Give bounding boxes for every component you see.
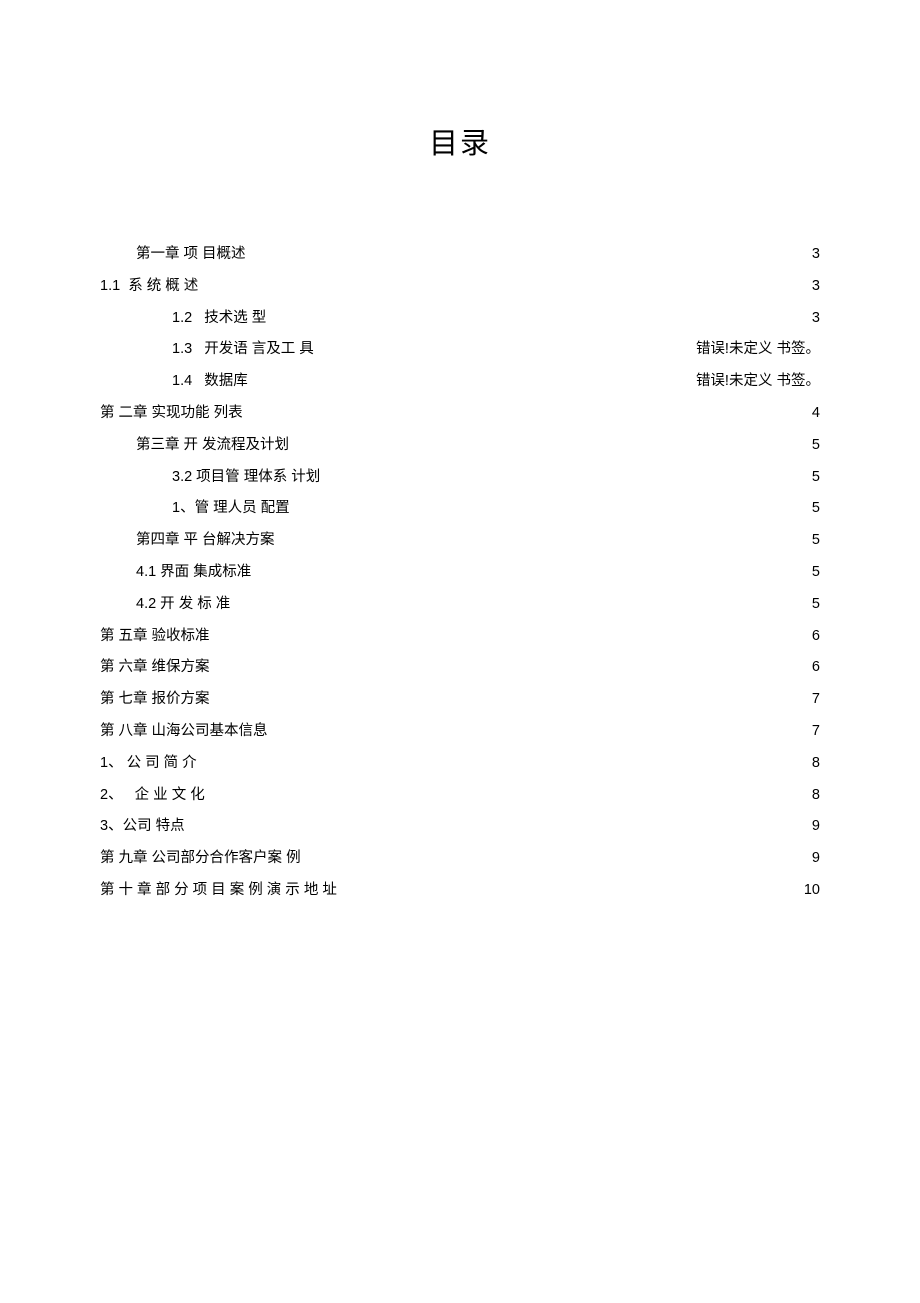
toc-row: 1、 公 司 简 介 8 (100, 756, 820, 771)
toc-page: 5 (802, 470, 820, 485)
toc-label: 1.4 数据库 (100, 374, 248, 389)
toc-label: 1.1 系 统 概 述 (100, 279, 198, 294)
toc-page: 8 (802, 788, 820, 803)
toc-page: 7 (802, 692, 820, 707)
toc-page: 4 (802, 406, 820, 421)
toc-row: 第 五章 验收标准 6 (100, 629, 820, 644)
toc-label: 第 十 章 部 分 项 目 案 例 演 示 地 址 (100, 883, 337, 898)
toc-row: 4.2 开 发 标 准 5 (100, 597, 820, 612)
toc-page: 8 (802, 756, 820, 771)
toc-label: 1.2 技术选 型 (100, 311, 266, 326)
toc-label: 3、公司 特点 (100, 819, 185, 834)
toc-row: 第 八章 山海公司基本信息 7 (100, 724, 820, 739)
table-of-contents: 第一章 项 目概述 3 1.1 系 统 概 述 3 1.2 技术选 型 3 1.3 开发语 … (100, 247, 820, 897)
toc-page: 错误!未定义 书签。 (686, 374, 820, 389)
toc-page: 6 (802, 629, 820, 644)
toc-row: 第 九章 公司部分合作客户案 例 9 (100, 851, 820, 866)
page-title: 目录 (100, 120, 820, 162)
toc-row: 第 七章 报价方案 7 (100, 692, 820, 707)
toc-row: 3、公司 特点 9 (100, 819, 820, 834)
toc-row: 3.2 项目管 理体系 计划 5 (100, 470, 820, 485)
toc-label: 第三章 开 发流程及计划 (100, 438, 289, 453)
toc-page: 7 (802, 724, 820, 739)
toc-page: 5 (802, 501, 820, 516)
toc-row: 4.1 界面 集成标准 5 (100, 565, 820, 580)
toc-page: 错误!未定义 书签。 (686, 342, 820, 357)
toc-label: 第 二章 实现功能 列表 (100, 406, 243, 421)
toc-row: 2、 企 业 文 化 8 (100, 788, 820, 803)
toc-page: 6 (802, 660, 820, 675)
toc-label: 第 八章 山海公司基本信息 (100, 724, 268, 739)
toc-page: 3 (802, 247, 820, 262)
toc-label: 1、管 理人员 配置 (100, 501, 290, 516)
toc-row: 第 六章 维保方案 6 (100, 660, 820, 675)
toc-row: 1.3 开发语 言及工 具 错误!未定义 书签。 (100, 342, 820, 357)
toc-page: 3 (802, 311, 820, 326)
toc-label: 第四章 平 台解决方案 (100, 533, 275, 548)
toc-row: 第 十 章 部 分 项 目 案 例 演 示 地 址 10 (100, 883, 820, 898)
toc-row: 1.2 技术选 型 3 (100, 311, 820, 326)
toc-label: 第 六章 维保方案 (100, 660, 210, 675)
toc-label: 4.1 界面 集成标准 (100, 565, 251, 580)
toc-label: 1、 公 司 简 介 (100, 756, 197, 771)
toc-page: 9 (802, 819, 820, 834)
toc-page: 9 (802, 851, 820, 866)
toc-label: 2、 企 业 文 化 (100, 788, 205, 803)
toc-page: 3 (802, 279, 820, 294)
toc-row: 1.4 数据库 错误!未定义 书签。 (100, 374, 820, 389)
toc-label: 第 九章 公司部分合作客户案 例 (100, 851, 301, 866)
toc-label: 第 五章 验收标准 (100, 629, 210, 644)
toc-page: 10 (794, 883, 820, 898)
toc-row: 1.1 系 统 概 述 3 (100, 279, 820, 294)
toc-label: 3.2 项目管 理体系 计划 (100, 470, 320, 485)
toc-page: 5 (802, 533, 820, 548)
toc-label: 第 七章 报价方案 (100, 692, 210, 707)
toc-row: 第四章 平 台解决方案 5 (100, 533, 820, 548)
toc-row: 第三章 开 发流程及计划 5 (100, 438, 820, 453)
toc-label: 1.3 开发语 言及工 具 (100, 342, 314, 357)
toc-row: 第 二章 实现功能 列表 4 (100, 406, 820, 421)
toc-page: 5 (802, 597, 820, 612)
toc-row: 第一章 项 目概述 3 (100, 247, 820, 262)
toc-label: 第一章 项 目概述 (100, 247, 246, 262)
toc-page: 5 (802, 438, 820, 453)
toc-row: 1、管 理人员 配置 5 (100, 501, 820, 516)
toc-label: 4.2 开 发 标 准 (100, 597, 230, 612)
toc-page: 5 (802, 565, 820, 580)
